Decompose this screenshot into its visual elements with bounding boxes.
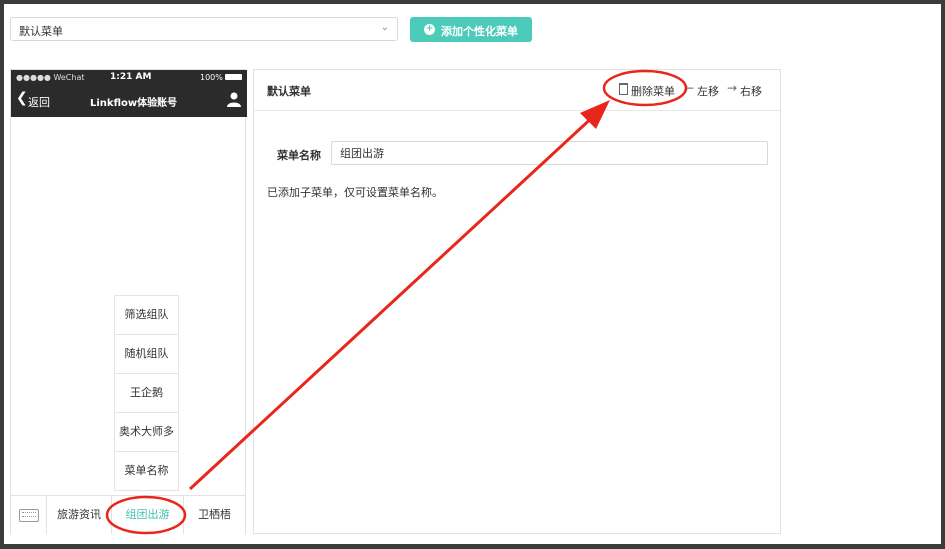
phone-menu-bar: 旅游资讯 组团出游 卫栖梧 [11, 495, 245, 534]
submenu-hint: 已添加子菜单，仅可设置菜单名称。 [267, 186, 443, 199]
status-battery: 100% [200, 73, 223, 82]
submenu-item[interactable]: 随机组队 [115, 335, 178, 374]
keyboard-toggle[interactable] [11, 496, 47, 534]
submenu-item[interactable]: 王企鹅 [115, 374, 178, 413]
menu-select-value: 默认菜单 [19, 25, 63, 38]
menu-name-input[interactable] [331, 141, 768, 165]
menu-edit-panel: 默认菜单 删除菜单 ← 左移 → 右移 菜单名称 已添加子菜单，仅可设置菜单名称… [253, 69, 781, 534]
menu-tab-group-tour[interactable]: 组团出游 [112, 496, 184, 534]
submenu-item[interactable]: 菜单名称 [115, 452, 178, 490]
plus-circle-icon: + [424, 24, 435, 35]
status-carrier: ●●●●● WeChat [16, 73, 85, 82]
keyboard-icon [19, 509, 39, 522]
add-custom-menu-label: 添加个性化菜单 [441, 25, 518, 38]
panel-header: 默认菜单 删除菜单 ← 左移 → 右移 [254, 70, 780, 111]
nav-title: Linkflow体验账号 [90, 98, 178, 109]
submenu-item[interactable]: 奥术大师多 [115, 413, 178, 452]
battery-icon [225, 74, 242, 80]
chevron-left-icon[interactable]: ❮ [16, 90, 28, 106]
menu-tab-travel-news[interactable]: 旅游资讯 [47, 496, 112, 534]
phone-preview: ●●●●● WeChat 1:21 AM 100% ❮ 返回 Linkflow体… [10, 69, 247, 534]
arrow-left-icon[interactable]: ← [684, 81, 694, 95]
menu-tab-third[interactable]: 卫栖梧 [184, 496, 245, 534]
submenu-item[interactable]: 筛选组队 [115, 296, 178, 335]
move-left-button[interactable]: 左移 [697, 83, 719, 99]
chevron-down-icon: ⌄ [380, 22, 389, 33]
menu-name-label: 菜单名称 [277, 149, 321, 162]
status-time: 1:21 AM [110, 72, 152, 82]
delete-menu-button[interactable]: 删除菜单 [631, 83, 675, 99]
menu-select[interactable]: 默认菜单 ⌄ [10, 17, 398, 41]
arrow-right-icon[interactable]: → [727, 81, 737, 95]
nav-back-label[interactable]: 返回 [28, 94, 50, 110]
trash-icon[interactable] [619, 83, 628, 95]
add-custom-menu-button[interactable]: + 添加个性化菜单 [410, 17, 532, 42]
user-icon[interactable] [227, 92, 241, 107]
panel-title: 默认菜单 [267, 85, 311, 98]
submenu-list: 筛选组队 随机组队 王企鹅 奥术大师多 菜单名称 [114, 295, 179, 491]
move-right-button[interactable]: 右移 [740, 83, 762, 99]
phone-header: ●●●●● WeChat 1:21 AM 100% ❮ 返回 Linkflow体… [11, 70, 247, 117]
